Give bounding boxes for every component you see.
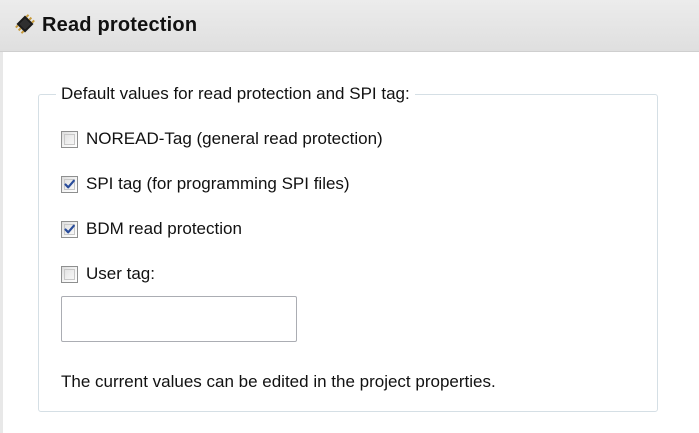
spi-tag-label[interactable]: SPI tag (for programming SPI files) xyxy=(86,174,350,194)
user-tag-input[interactable] xyxy=(61,296,297,342)
group-legend: Default values for read protection and S… xyxy=(56,84,415,104)
user-tag-option[interactable]: User tag: xyxy=(61,262,155,286)
bdm-read-protection-option[interactable]: BDM read protection xyxy=(61,217,242,241)
user-tag-checkbox[interactable] xyxy=(61,265,78,283)
chip-icon xyxy=(15,14,35,34)
noread-tag-option[interactable]: NOREAD-Tag (general read protection) xyxy=(61,127,383,151)
noread-tag-label[interactable]: NOREAD-Tag (general read protection) xyxy=(86,129,383,149)
panel-header: Read protection xyxy=(0,0,699,52)
panel-left-edge xyxy=(0,52,3,433)
checkmark-icon xyxy=(64,224,75,233)
spi-tag-option[interactable]: SPI tag (for programming SPI files) xyxy=(61,172,350,196)
panel-title: Read protection xyxy=(42,14,198,36)
user-tag-label[interactable]: User tag: xyxy=(86,264,155,284)
noread-tag-checkbox[interactable] xyxy=(61,130,78,148)
bdm-read-protection-checkbox[interactable] xyxy=(61,220,78,238)
edit-hint-text: The current values can be edited in the … xyxy=(61,372,496,391)
checkmark-icon xyxy=(64,179,75,188)
bdm-read-protection-label[interactable]: BDM read protection xyxy=(86,219,242,239)
spi-tag-checkbox[interactable] xyxy=(61,175,78,193)
